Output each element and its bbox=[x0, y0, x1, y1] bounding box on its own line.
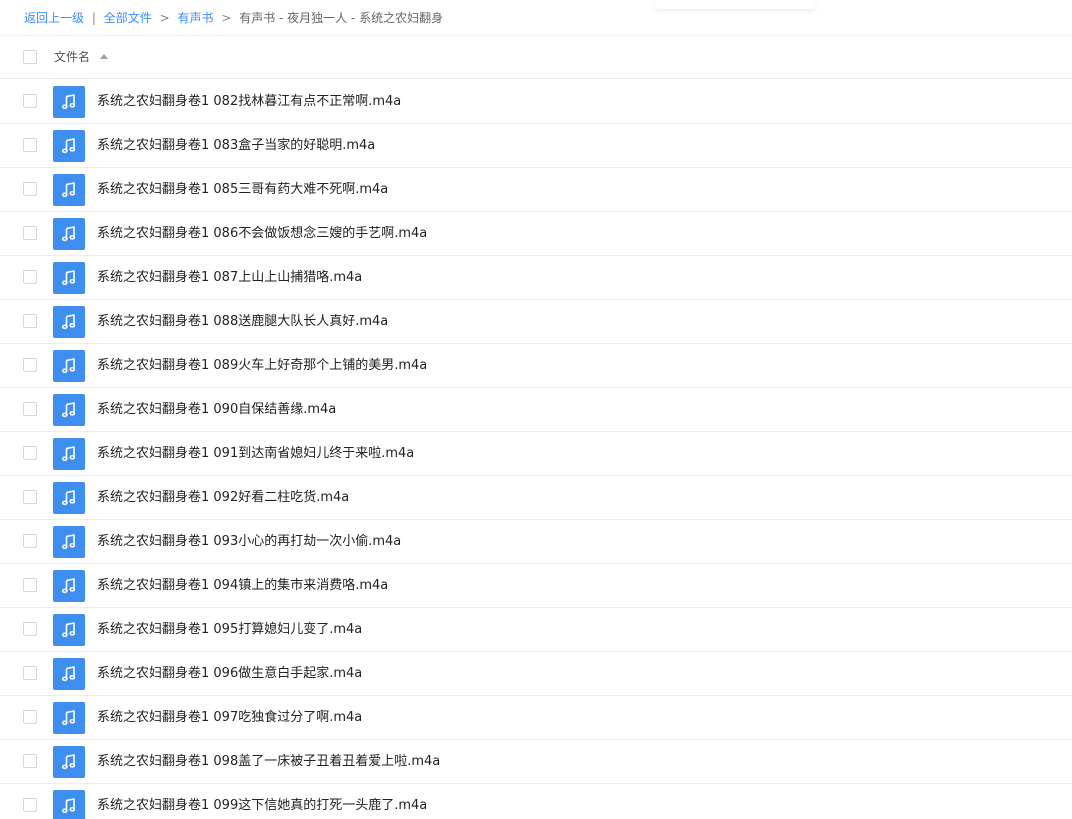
file-name[interactable]: 系统之农妇翻身卷1 095打算媳妇儿变了.m4a bbox=[97, 621, 362, 639]
file-browser: 返回上一级 | 全部文件 > 有声书 > 有声书 - 夜月独一人 - 系统之农妇… bbox=[0, 0, 1072, 819]
music-note-icon[interactable] bbox=[53, 86, 85, 118]
row-checkbox[interactable] bbox=[23, 358, 37, 372]
table-row[interactable]: 系统之农妇翻身卷1 097吃独食过分了啊.m4a bbox=[0, 696, 1072, 740]
file-name[interactable]: 系统之农妇翻身卷1 089火车上好奇那个上铺的美男.m4a bbox=[97, 357, 427, 375]
row-checkbox[interactable] bbox=[23, 754, 37, 768]
table-row[interactable]: 系统之农妇翻身卷1 090自保结善缘.m4a bbox=[0, 388, 1072, 432]
current-folder: 有声书 - 夜月独一人 - 系统之农妇翻身 bbox=[239, 11, 444, 25]
music-note-icon[interactable] bbox=[53, 746, 85, 778]
row-checkbox[interactable] bbox=[23, 534, 37, 548]
breadcrumb-arrow: > bbox=[221, 11, 232, 25]
dropdown-panel-edge bbox=[655, 0, 815, 9]
file-name[interactable]: 系统之农妇翻身卷1 091到达南省媳妇儿终于来啦.m4a bbox=[97, 445, 414, 463]
table-row[interactable]: 系统之农妇翻身卷1 098盖了一床被子丑着丑着爱上啦.m4a bbox=[0, 740, 1072, 784]
row-checkbox[interactable] bbox=[23, 666, 37, 680]
file-name[interactable]: 系统之农妇翻身卷1 088送鹿腿大队长人真好.m4a bbox=[97, 313, 388, 331]
file-name[interactable]: 系统之农妇翻身卷1 087上山上山捕猎咯.m4a bbox=[97, 269, 362, 287]
music-note-icon[interactable] bbox=[53, 658, 85, 690]
file-name[interactable]: 系统之农妇翻身卷1 090自保结善缘.m4a bbox=[97, 401, 336, 419]
music-note-icon[interactable] bbox=[53, 174, 85, 206]
file-name[interactable]: 系统之农妇翻身卷1 086不会做饭想念三嫂的手艺啊.m4a bbox=[97, 225, 427, 243]
file-name[interactable]: 系统之农妇翻身卷1 093小心的再打劫一次小偷.m4a bbox=[97, 533, 401, 551]
music-note-icon[interactable] bbox=[53, 306, 85, 338]
music-note-icon[interactable] bbox=[53, 130, 85, 162]
music-note-icon[interactable] bbox=[53, 614, 85, 646]
row-checkbox[interactable] bbox=[23, 94, 37, 108]
file-name[interactable]: 系统之农妇翻身卷1 097吃独食过分了啊.m4a bbox=[97, 709, 362, 727]
table-row[interactable]: 系统之农妇翻身卷1 096做生意白手起家.m4a bbox=[0, 652, 1072, 696]
music-note-icon[interactable] bbox=[53, 482, 85, 514]
row-checkbox[interactable] bbox=[23, 138, 37, 152]
music-note-icon[interactable] bbox=[53, 790, 85, 819]
row-checkbox[interactable] bbox=[23, 314, 37, 328]
row-checkbox[interactable] bbox=[23, 578, 37, 592]
row-checkbox[interactable] bbox=[23, 622, 37, 636]
music-note-icon[interactable] bbox=[53, 570, 85, 602]
breadcrumb: 返回上一级 | 全部文件 > 有声书 > 有声书 - 夜月独一人 - 系统之农妇… bbox=[24, 9, 443, 27]
back-link[interactable]: 返回上一级 bbox=[24, 11, 84, 25]
table-row[interactable]: 系统之农妇翻身卷1 091到达南省媳妇儿终于来啦.m4a bbox=[0, 432, 1072, 476]
sort-ascending-icon[interactable] bbox=[100, 54, 108, 59]
music-note-icon[interactable] bbox=[53, 702, 85, 734]
table-row[interactable]: 系统之农妇翻身卷1 093小心的再打劫一次小偷.m4a bbox=[0, 520, 1072, 564]
file-name[interactable]: 系统之农妇翻身卷1 099这下信她真的打死一头鹿了.m4a bbox=[97, 797, 427, 815]
row-checkbox[interactable] bbox=[23, 226, 37, 240]
table-row[interactable]: 系统之农妇翻身卷1 089火车上好奇那个上铺的美男.m4a bbox=[0, 344, 1072, 388]
file-name[interactable]: 系统之农妇翻身卷1 083盒子当家的好聪明.m4a bbox=[97, 137, 375, 155]
row-checkbox[interactable] bbox=[23, 270, 37, 284]
file-list: 系统之农妇翻身卷1 082找林暮江有点不正常啊.m4a 系统之农妇翻身卷1 08… bbox=[0, 80, 1072, 819]
file-name[interactable]: 系统之农妇翻身卷1 094镇上的集市来消费咯.m4a bbox=[97, 577, 388, 595]
row-checkbox[interactable] bbox=[23, 182, 37, 196]
music-note-icon[interactable] bbox=[53, 350, 85, 382]
row-checkbox[interactable] bbox=[23, 798, 37, 812]
table-row[interactable]: 系统之农妇翻身卷1 088送鹿腿大队长人真好.m4a bbox=[0, 300, 1072, 344]
list-header: 文件名 bbox=[0, 35, 1072, 79]
table-row[interactable]: 系统之农妇翻身卷1 082找林暮江有点不正常啊.m4a bbox=[0, 80, 1072, 124]
music-note-icon[interactable] bbox=[53, 394, 85, 426]
file-name[interactable]: 系统之农妇翻身卷1 096做生意白手起家.m4a bbox=[97, 665, 362, 683]
music-note-icon[interactable] bbox=[53, 262, 85, 294]
breadcrumb-divider: | bbox=[91, 11, 96, 25]
table-row[interactable]: 系统之农妇翻身卷1 085三哥有药大难不死啊.m4a bbox=[0, 168, 1072, 212]
table-row[interactable]: 系统之农妇翻身卷1 086不会做饭想念三嫂的手艺啊.m4a bbox=[0, 212, 1072, 256]
table-row[interactable]: 系统之农妇翻身卷1 095打算媳妇儿变了.m4a bbox=[0, 608, 1072, 652]
file-name[interactable]: 系统之农妇翻身卷1 082找林暮江有点不正常啊.m4a bbox=[97, 93, 401, 111]
row-checkbox[interactable] bbox=[23, 446, 37, 460]
file-name[interactable]: 系统之农妇翻身卷1 092好看二柱吃货.m4a bbox=[97, 489, 349, 507]
row-checkbox[interactable] bbox=[23, 710, 37, 724]
row-checkbox[interactable] bbox=[23, 490, 37, 504]
row-checkbox[interactable] bbox=[23, 402, 37, 416]
table-row[interactable]: 系统之农妇翻身卷1 083盒子当家的好聪明.m4a bbox=[0, 124, 1072, 168]
file-name[interactable]: 系统之农妇翻身卷1 098盖了一床被子丑着丑着爱上啦.m4a bbox=[97, 753, 440, 771]
table-row[interactable]: 系统之农妇翻身卷1 099这下信她真的打死一头鹿了.m4a bbox=[0, 784, 1072, 819]
column-header-filename[interactable]: 文件名 bbox=[54, 49, 90, 65]
table-row[interactable]: 系统之农妇翻身卷1 087上山上山捕猎咯.m4a bbox=[0, 256, 1072, 300]
music-note-icon[interactable] bbox=[53, 526, 85, 558]
file-name[interactable]: 系统之农妇翻身卷1 085三哥有药大难不死啊.m4a bbox=[97, 181, 388, 199]
all-files-link[interactable]: 全部文件 bbox=[104, 11, 152, 25]
music-note-icon[interactable] bbox=[53, 438, 85, 470]
table-row[interactable]: 系统之农妇翻身卷1 094镇上的集市来消费咯.m4a bbox=[0, 564, 1072, 608]
breadcrumb-arrow: > bbox=[159, 11, 170, 25]
folder-link[interactable]: 有声书 bbox=[177, 11, 213, 25]
select-all-checkbox[interactable] bbox=[23, 50, 37, 64]
music-note-icon[interactable] bbox=[53, 218, 85, 250]
table-row[interactable]: 系统之农妇翻身卷1 092好看二柱吃货.m4a bbox=[0, 476, 1072, 520]
